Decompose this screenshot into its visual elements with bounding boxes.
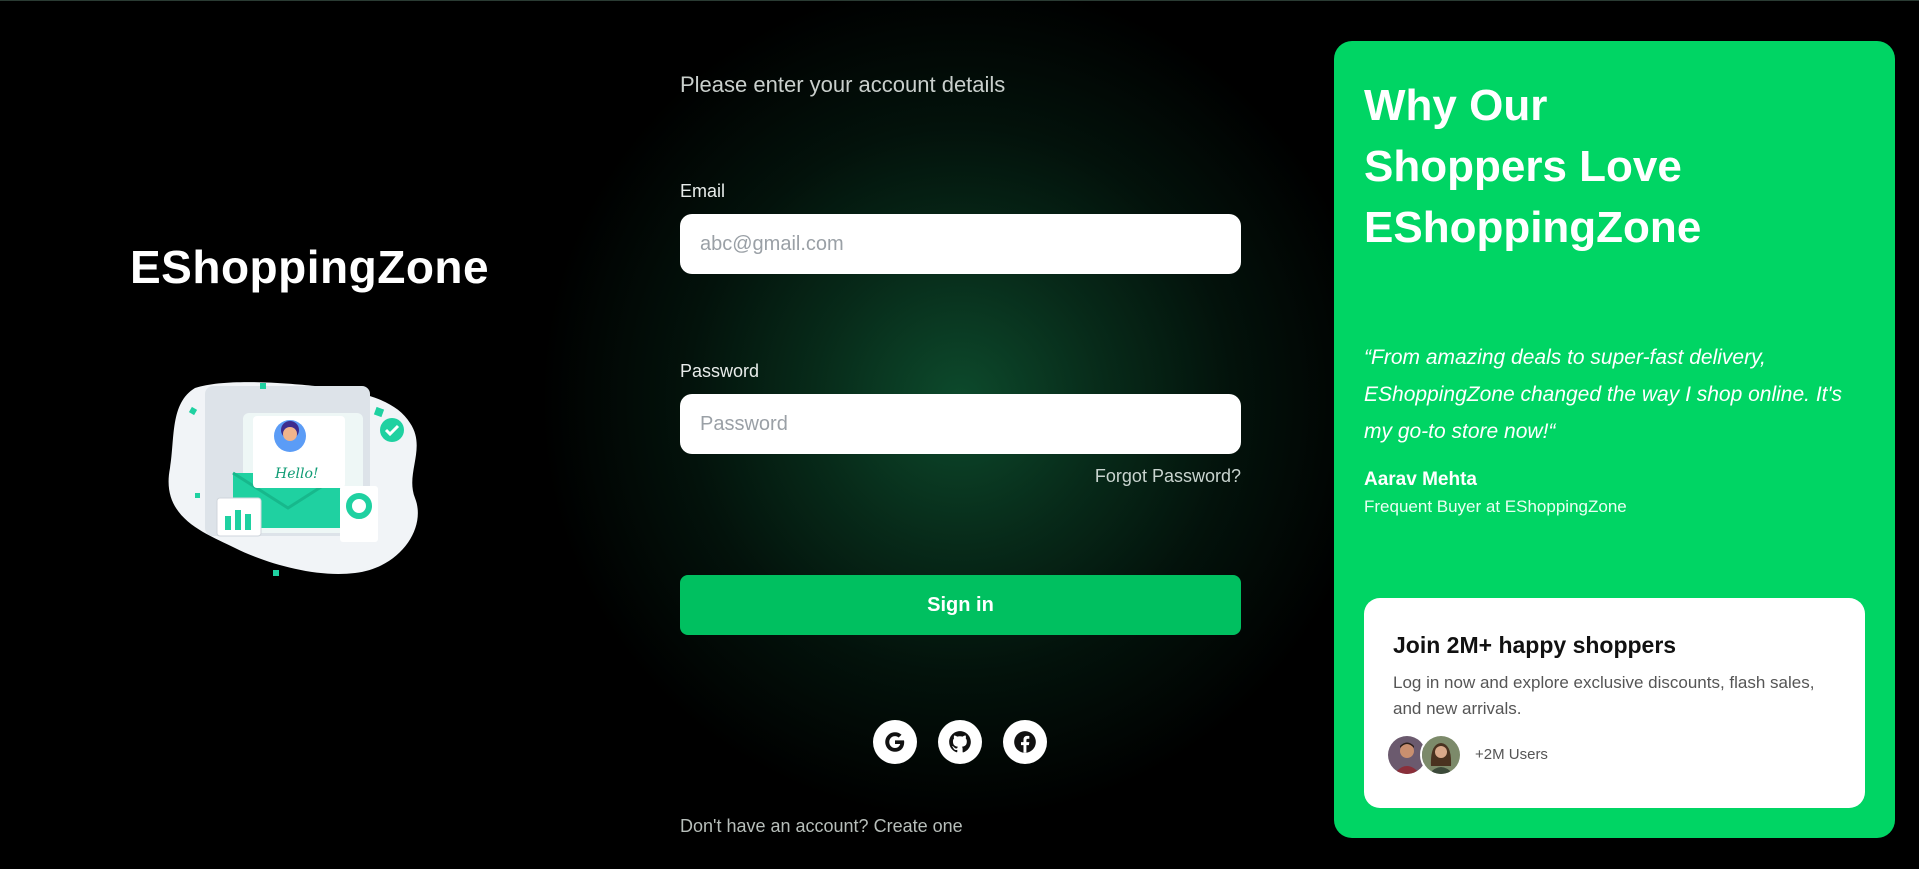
create-account-link[interactable]: Create one <box>874 816 963 836</box>
testimonial-author: Aarav Mehta <box>1364 469 1477 490</box>
panel-title-line-1: Why Our <box>1364 81 1548 130</box>
panel-title-line-3: EShoppingZone <box>1364 203 1702 252</box>
panel-title-line-2: Shoppers Love <box>1364 142 1682 191</box>
signup-prompt: Don't have an account? Create one <box>680 816 963 837</box>
form-subtitle: Please enter your account details <box>680 72 1006 97</box>
signup-prefix: Don't have an account? <box>680 816 869 836</box>
join-card-text: Log in now and explore exclusive discoun… <box>1393 673 1815 718</box>
google-login-button[interactable] <box>873 720 917 764</box>
users-count: +2M Users <box>1475 746 1548 763</box>
user-avatars <box>1386 734 1470 776</box>
sign-in-button[interactable]: Sign in <box>680 575 1241 635</box>
hello-envelope-illustration: Hello! <box>168 382 418 576</box>
join-card-title: Join 2M+ happy shoppers <box>1393 632 1677 658</box>
facebook-icon <box>1014 731 1036 753</box>
join-card: Join 2M+ happy shoppers Log in now and e… <box>1364 598 1865 808</box>
panel-title: Why Our Shoppers Love EShoppingZone <box>1364 75 1784 258</box>
github-icon <box>949 731 971 753</box>
hello-text: Hello! <box>274 466 319 482</box>
email-label: Email <box>680 181 726 201</box>
top-border <box>0 0 1919 1</box>
testimonial-quote: “From amazing deals to super-fast delive… <box>1364 346 1843 443</box>
github-login-button[interactable] <box>938 720 982 764</box>
brand-logo-text: EShoppingZone <box>130 241 490 293</box>
testimonial-panel: Why Our Shoppers Love EShoppingZone “Fro… <box>1334 41 1895 838</box>
password-field[interactable] <box>680 394 1241 454</box>
email-field[interactable] <box>680 214 1241 274</box>
forgot-password-link[interactable]: Forgot Password? <box>1060 466 1241 487</box>
password-label: Password <box>680 361 760 381</box>
avatar <box>1420 734 1462 776</box>
google-icon <box>885 732 905 752</box>
facebook-login-button[interactable] <box>1003 720 1047 764</box>
testimonial-role: Frequent Buyer at EShoppingZone <box>1364 497 1627 516</box>
